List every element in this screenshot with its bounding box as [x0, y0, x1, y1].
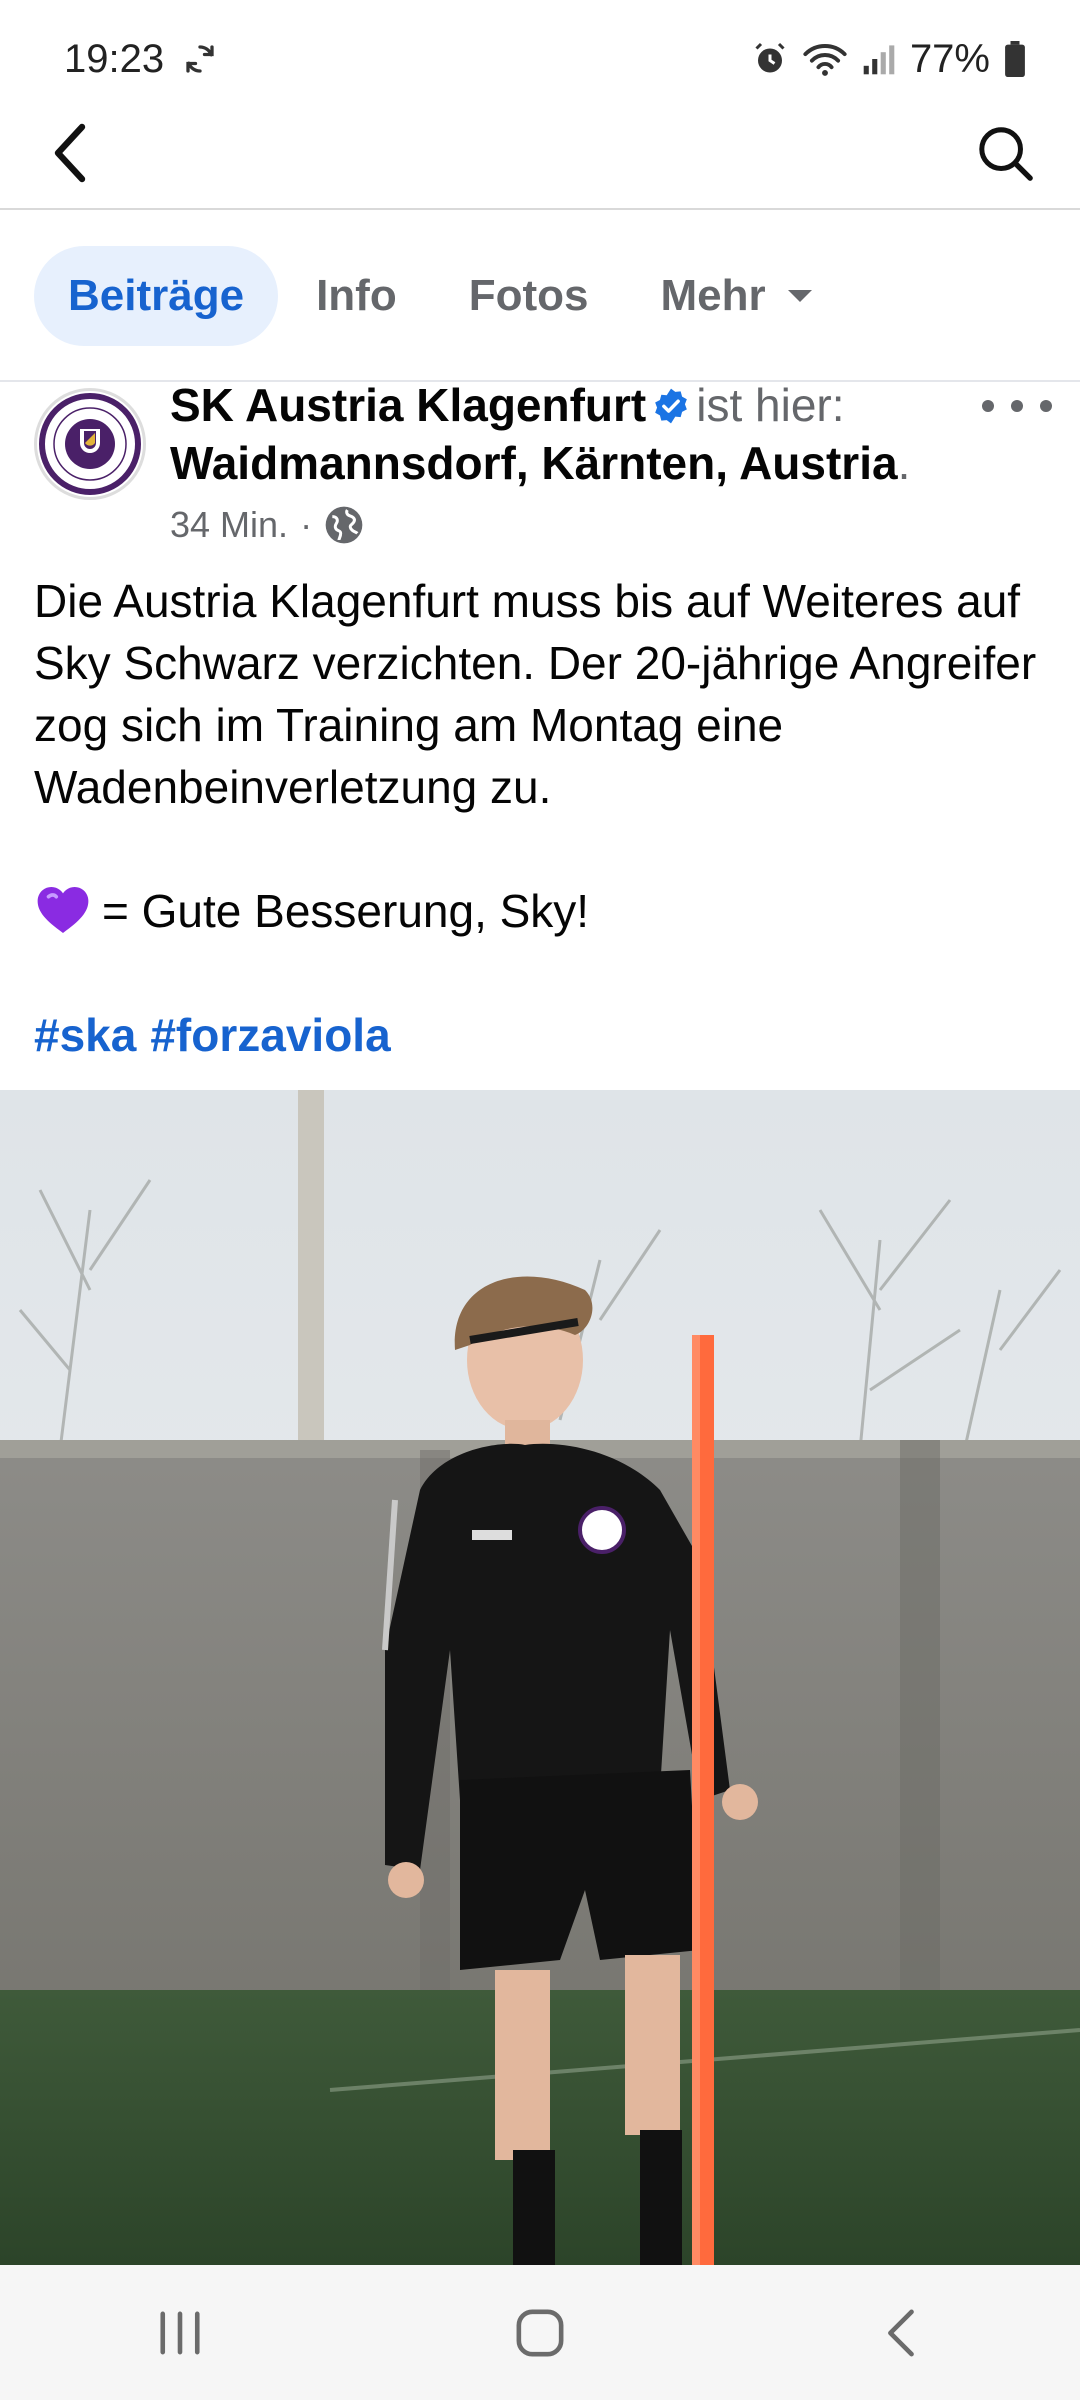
recent-apps-icon [160, 2311, 200, 2354]
club-crest-logo [39, 393, 141, 495]
location-suffix: . [897, 437, 911, 489]
tab-label: Info [316, 271, 397, 320]
post-title: SK Austria Klagenfurt ist hier: Waidmanns… [170, 376, 990, 492]
location-prefix: ist hier: [696, 379, 845, 431]
tab-label: Fotos [468, 271, 589, 320]
status-right: 77% [752, 37, 1026, 82]
post-body: Die Austria Klagenfurt muss bis auf Weit… [34, 570, 1044, 1066]
tab-mehr[interactable]: Mehr [626, 246, 845, 346]
back-button[interactable] [40, 118, 100, 188]
post-meta: 34 Min. · [170, 504, 990, 546]
status-bar: 19:23 77% [0, 0, 1080, 118]
post-line-2-text: = Gute Besserung, Sky! [102, 885, 590, 937]
verified-badge-icon [655, 388, 688, 424]
globe-icon [325, 506, 363, 544]
page-avatar[interactable] [34, 388, 146, 500]
post-line-2: = Gute Besserung, Sky! [34, 880, 1044, 942]
battery-icon [1005, 41, 1025, 77]
more-options-icon [1011, 400, 1023, 412]
back-arrow-icon [54, 123, 86, 183]
signal-icon [863, 45, 895, 75]
sync-icon [186, 45, 214, 73]
status-time: 19:23 [64, 36, 165, 81]
meta-separator: · [300, 504, 313, 545]
location-link[interactable]: Waidmannsdorf, Kärnten, Austria [170, 437, 898, 489]
post-time[interactable]: 34 Min. [170, 504, 288, 546]
training-photo [0, 1090, 1080, 2265]
app-header [0, 118, 1080, 210]
hashtags: #ska #forzaviola [34, 1004, 1044, 1066]
wifi-icon [803, 44, 847, 76]
more-options-icon [982, 400, 994, 412]
tab-info[interactable]: Info [282, 246, 431, 346]
status-left: 19:23 [64, 37, 218, 82]
home-icon [516, 2309, 564, 2356]
recent-apps-button[interactable] [120, 2288, 240, 2378]
battery-percent: 77% [909, 36, 990, 81]
caret-down-icon [787, 290, 812, 302]
post-photo[interactable] [0, 1090, 1080, 2265]
post-header: SK Austria Klagenfurt ist hier: Waidmanns… [170, 376, 990, 546]
post-text: Die Austria Klagenfurt muss bis auf Weit… [34, 575, 1037, 813]
more-options-icon [1040, 400, 1052, 412]
author-name[interactable]: SK Austria Klagenfurt [170, 379, 646, 431]
purple-heart-emoji-icon [37, 887, 89, 933]
more-options-button[interactable] [982, 386, 1052, 426]
alarm-icon [755, 42, 785, 73]
tab-beitraege[interactable]: Beiträge [34, 246, 279, 346]
tab-fotos[interactable]: Fotos [435, 246, 623, 346]
system-nav-bar [0, 2265, 1080, 2400]
system-back-icon [888, 2309, 914, 2356]
tab-label: Beiträge [68, 271, 245, 320]
hashtag-link[interactable]: #ska [34, 1009, 136, 1061]
tab-label: Mehr [660, 271, 766, 320]
search-icon [979, 127, 1033, 181]
profile-tabs: Beiträge Info Fotos Mehr [34, 246, 850, 346]
system-back-button[interactable] [840, 2288, 960, 2378]
search-button[interactable] [970, 118, 1040, 188]
home-button[interactable] [480, 2288, 600, 2378]
hashtag-link[interactable]: #forzaviola [150, 1009, 390, 1061]
